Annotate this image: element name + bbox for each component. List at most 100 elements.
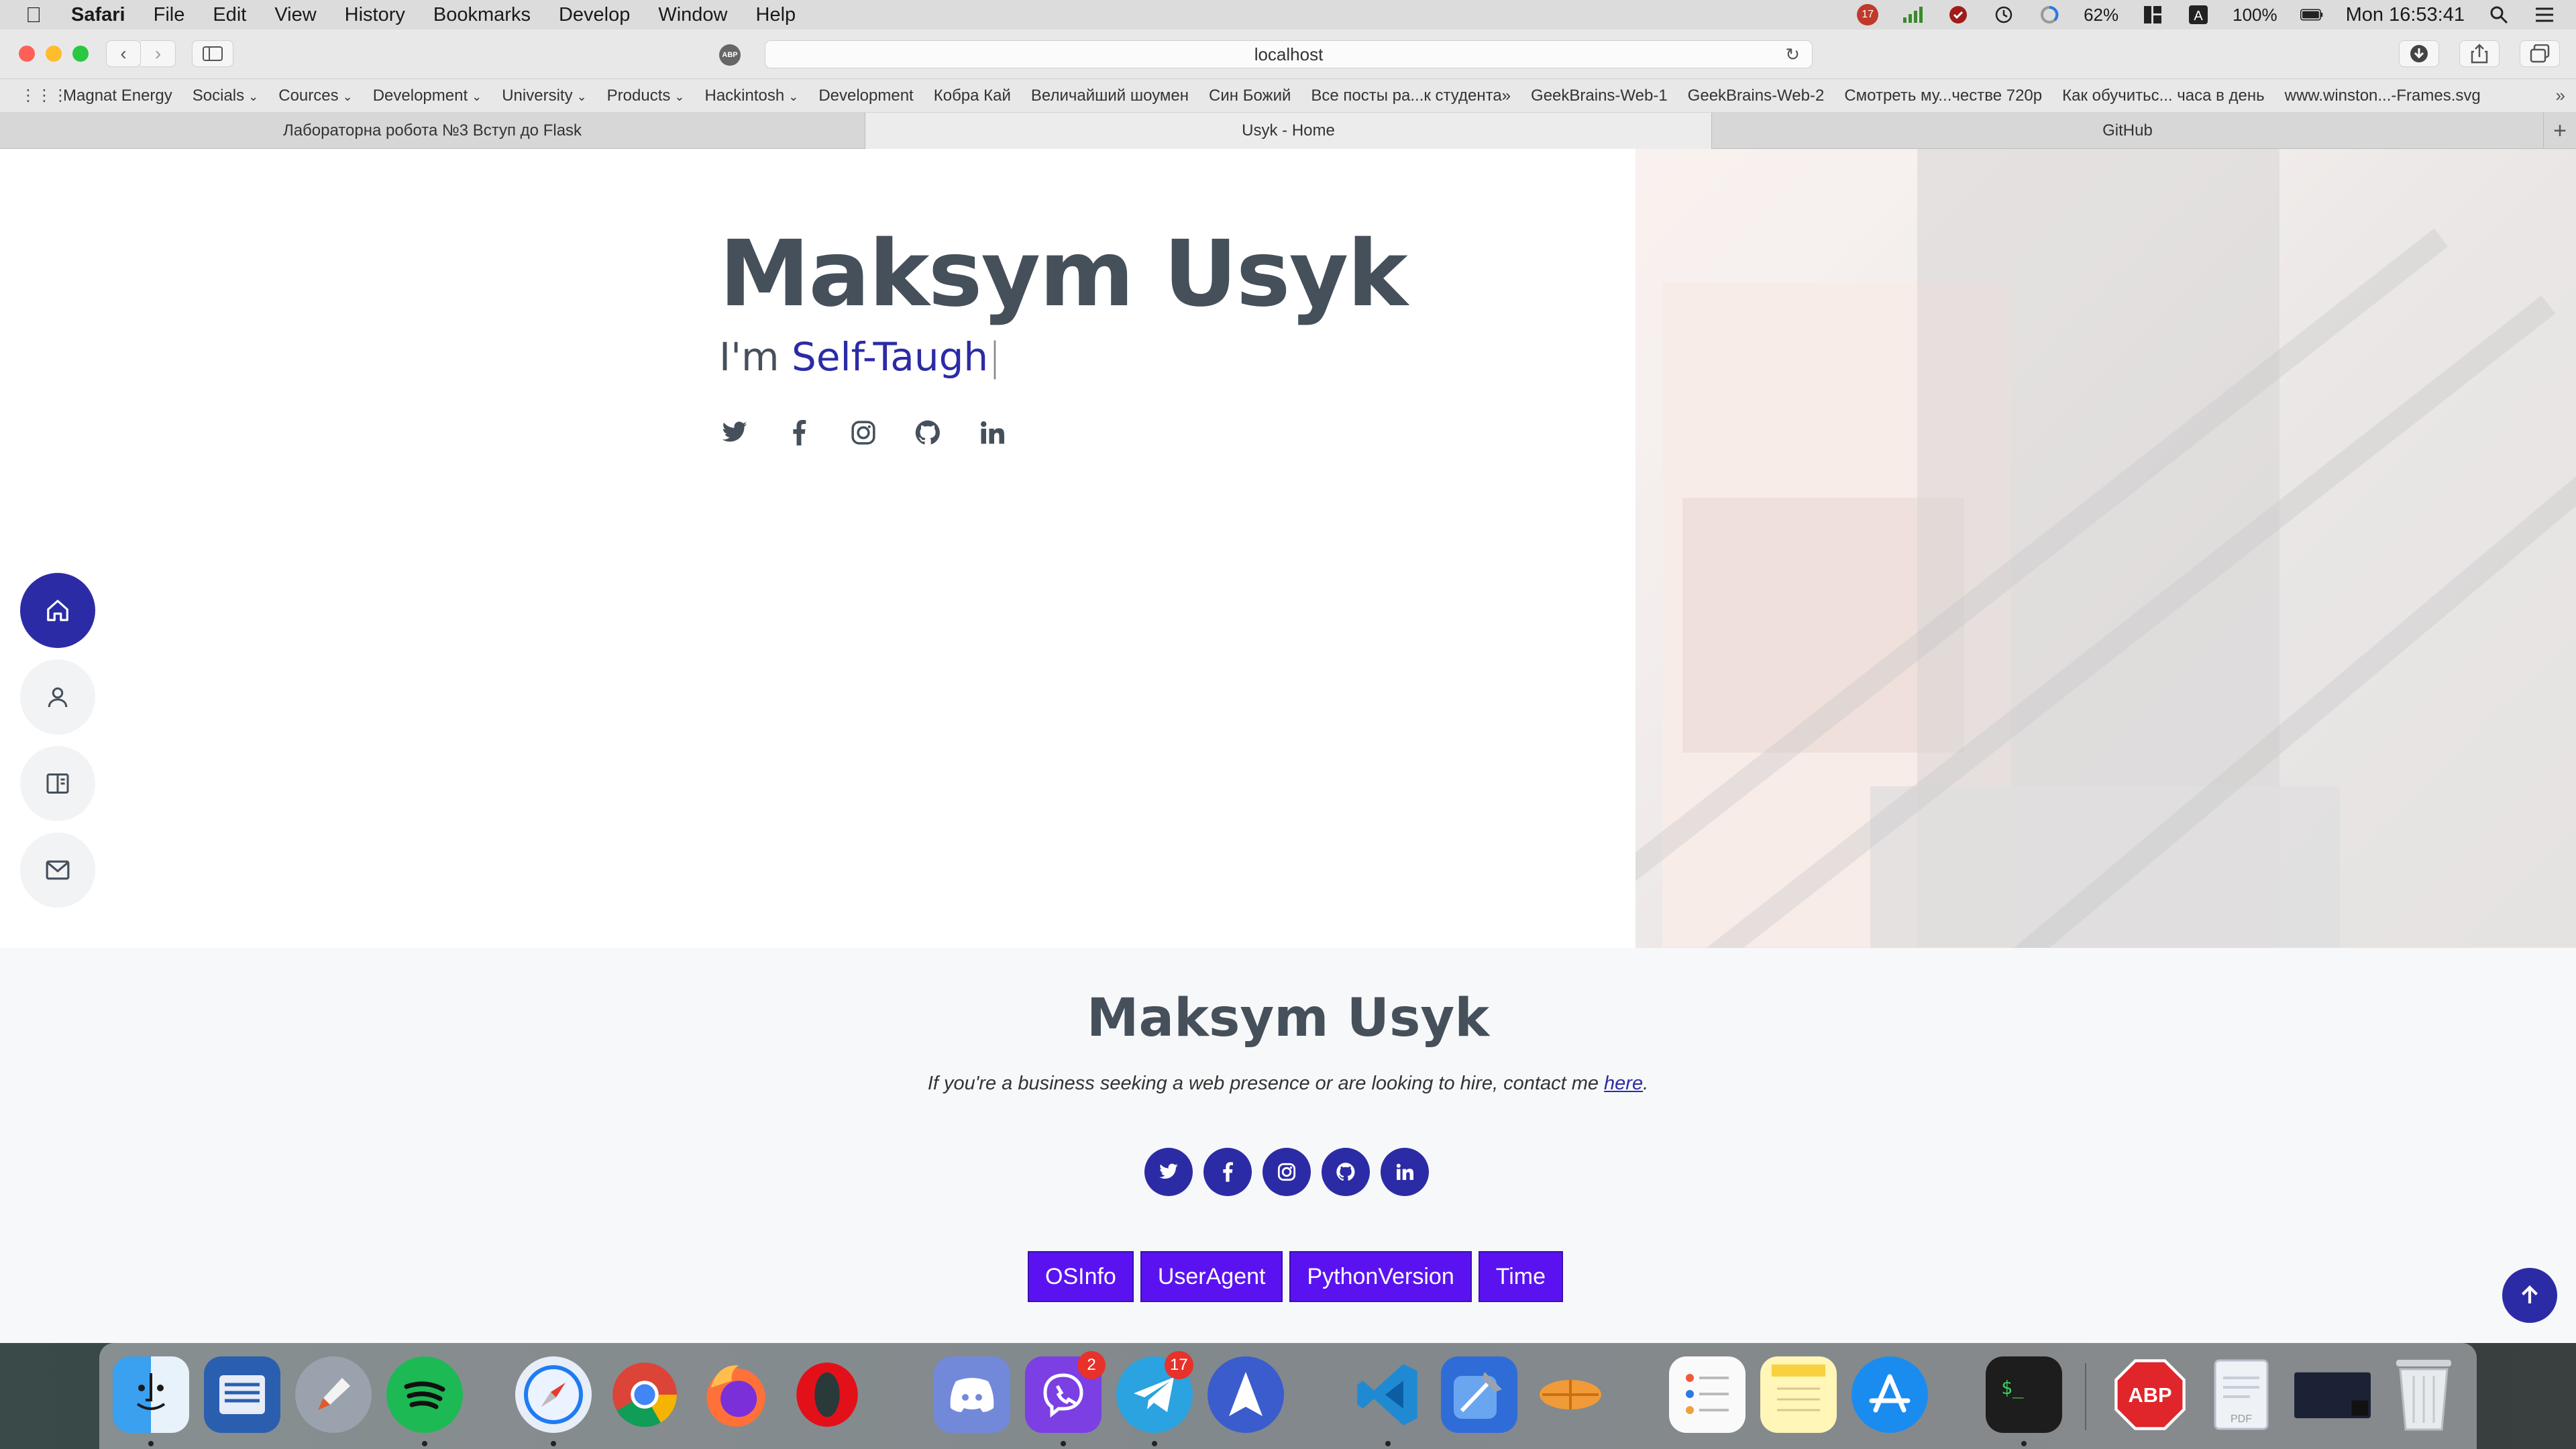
sidebar-toggle-button[interactable]: [192, 40, 233, 67]
favorite-item[interactable]: www.winston...-Frames.svg: [2285, 87, 2481, 105]
menu-develop[interactable]: Develop: [559, 4, 630, 26]
adblock-plus-icon[interactable]: ABP: [2112, 1356, 2188, 1433]
spotify-icon[interactable]: [386, 1356, 463, 1433]
back-to-top-button[interactable]: [2502, 1268, 2557, 1323]
file-manager-icon[interactable]: [204, 1356, 280, 1433]
firefox-icon[interactable]: [698, 1356, 774, 1433]
forward-button[interactable]: ›: [141, 40, 176, 67]
clock[interactable]: Mon 16:53:41: [2346, 4, 2465, 26]
safari-icon[interactable]: [515, 1356, 592, 1433]
menu-bookmarks[interactable]: Bookmarks: [433, 4, 531, 26]
menu-app-safari[interactable]: Safari: [71, 4, 125, 26]
footer-linkedin-icon[interactable]: [1381, 1148, 1429, 1196]
favorite-item[interactable]: Magnat Energy: [63, 87, 172, 105]
download-icon: [2410, 45, 2428, 62]
chrome-icon[interactable]: [606, 1356, 683, 1433]
favorite-item[interactable]: Development: [818, 87, 913, 105]
tab-usyk-home[interactable]: Usyk - Home: [865, 113, 1712, 149]
share-button[interactable]: [2459, 40, 2500, 67]
favorite-folder[interactable]: Hackintosh ⌄: [704, 87, 798, 105]
favorite-folder[interactable]: Development ⌄: [373, 87, 482, 105]
window-layout-icon[interactable]: [2141, 5, 2164, 25]
favorite-folder[interactable]: University ⌄: [502, 87, 586, 105]
discord-icon[interactable]: [934, 1356, 1010, 1433]
reload-icon[interactable]: ↻: [1785, 44, 1800, 65]
time-machine-icon[interactable]: [1992, 5, 2015, 25]
reminders-icon[interactable]: [1669, 1356, 1746, 1433]
spotlight-search-icon[interactable]: [2487, 5, 2510, 25]
spark-mail-icon[interactable]: [1208, 1356, 1284, 1433]
contact-link[interactable]: here: [1604, 1073, 1643, 1094]
menu-history[interactable]: History: [345, 4, 405, 26]
osinfo-button[interactable]: OSInfo: [1028, 1251, 1134, 1302]
notes-icon[interactable]: [1760, 1356, 1837, 1433]
back-button[interactable]: ‹: [106, 40, 141, 67]
terminal-icon[interactable]: $_: [1986, 1356, 2062, 1433]
launchpad-icon[interactable]: [295, 1356, 372, 1433]
minimize-window-button[interactable]: [46, 46, 62, 62]
battery-icon[interactable]: [2300, 5, 2323, 25]
footer-twitter-icon[interactable]: [1144, 1148, 1193, 1196]
menu-help[interactable]: Help: [756, 4, 796, 26]
tab-flask-lab[interactable]: Лабораторна робота №3 Вступ до Flask: [0, 113, 865, 149]
battery-ring-icon[interactable]: [2038, 5, 2061, 25]
close-window-button[interactable]: [19, 46, 35, 62]
nav-about-button[interactable]: [20, 659, 95, 735]
control-center-icon[interactable]: [2533, 5, 2556, 25]
status-app-icon[interactable]: 17: [1857, 4, 1879, 25]
nav-home-button[interactable]: [20, 573, 95, 648]
input-source-icon[interactable]: A: [2187, 5, 2210, 25]
address-bar[interactable]: localhost ↻: [765, 40, 1813, 68]
github-link-icon[interactable]: [912, 417, 943, 448]
menu-edit[interactable]: Edit: [213, 4, 246, 26]
nav-contact-button[interactable]: [20, 833, 95, 908]
favorite-item[interactable]: Син Божий: [1209, 87, 1291, 105]
menu-view[interactable]: View: [274, 4, 316, 26]
running-indicator: [148, 1441, 154, 1446]
app-store-icon[interactable]: [1851, 1356, 1928, 1433]
linkedin-link-icon[interactable]: [977, 417, 1008, 448]
footer-instagram-icon[interactable]: [1263, 1148, 1311, 1196]
downloads-button[interactable]: [2399, 40, 2439, 67]
new-tab-button[interactable]: +: [2544, 113, 2576, 149]
instagram-link-icon[interactable]: [848, 417, 879, 448]
menu-file[interactable]: File: [154, 4, 185, 26]
favorite-item[interactable]: GeekBrains-Web-1: [1531, 87, 1668, 105]
favorite-item[interactable]: GeekBrains-Web-2: [1688, 87, 1825, 105]
favorite-folder[interactable]: Socials ⌄: [193, 87, 258, 105]
favorite-folder[interactable]: Cources ⌄: [278, 87, 352, 105]
opera-icon[interactable]: [789, 1356, 865, 1433]
pdf-document-icon[interactable]: PDF: [2203, 1356, 2279, 1433]
terminal-window-thumbnail-icon[interactable]: [2294, 1356, 2371, 1433]
favorite-item[interactable]: Все посты ра...к студента»: [1311, 87, 1511, 105]
finder-icon[interactable]: [113, 1356, 189, 1433]
footer-github-icon[interactable]: [1322, 1148, 1370, 1196]
tab-overview-button[interactable]: [2520, 40, 2560, 67]
adblock-icon[interactable]: ABP: [719, 44, 741, 66]
favorite-item[interactable]: Смотреть му...честве 720p: [1844, 87, 2042, 105]
tab-github[interactable]: GitHub: [1712, 113, 2544, 149]
apple-menu-icon[interactable]: : [25, 3, 52, 28]
useragent-button[interactable]: UserAgent: [1140, 1251, 1283, 1302]
xcode-icon[interactable]: [1441, 1356, 1517, 1433]
footer-facebook-icon[interactable]: [1203, 1148, 1252, 1196]
favorite-item[interactable]: Как обучитьс... часа в день: [2062, 87, 2265, 105]
shield-check-icon[interactable]: [1947, 5, 1970, 25]
vscode-icon[interactable]: [1350, 1356, 1426, 1433]
zoom-window-button[interactable]: [72, 46, 89, 62]
twitter-link-icon[interactable]: [719, 417, 750, 448]
postgres-elephant-icon[interactable]: [1532, 1356, 1609, 1433]
page-footer: Maksym Usyk If you're a business seeking…: [0, 948, 2576, 1343]
trash-icon[interactable]: [2385, 1356, 2462, 1433]
favorite-item[interactable]: Величайший шоумен: [1031, 87, 1189, 105]
favorite-item[interactable]: Кобра Кай: [934, 87, 1011, 105]
menu-window[interactable]: Window: [658, 4, 727, 26]
facebook-link-icon[interactable]: [784, 417, 814, 448]
more-favorites-icon[interactable]: »: [2556, 85, 2565, 106]
pythonversion-button[interactable]: PythonVersion: [1289, 1251, 1472, 1302]
signal-bars-icon[interactable]: [1901, 5, 1924, 25]
apps-grid-icon[interactable]: ⋮⋮⋮: [20, 86, 68, 105]
nav-resume-button[interactable]: [20, 746, 95, 821]
favorite-folder[interactable]: Products ⌄: [607, 87, 685, 105]
time-button[interactable]: Time: [1478, 1251, 1564, 1302]
